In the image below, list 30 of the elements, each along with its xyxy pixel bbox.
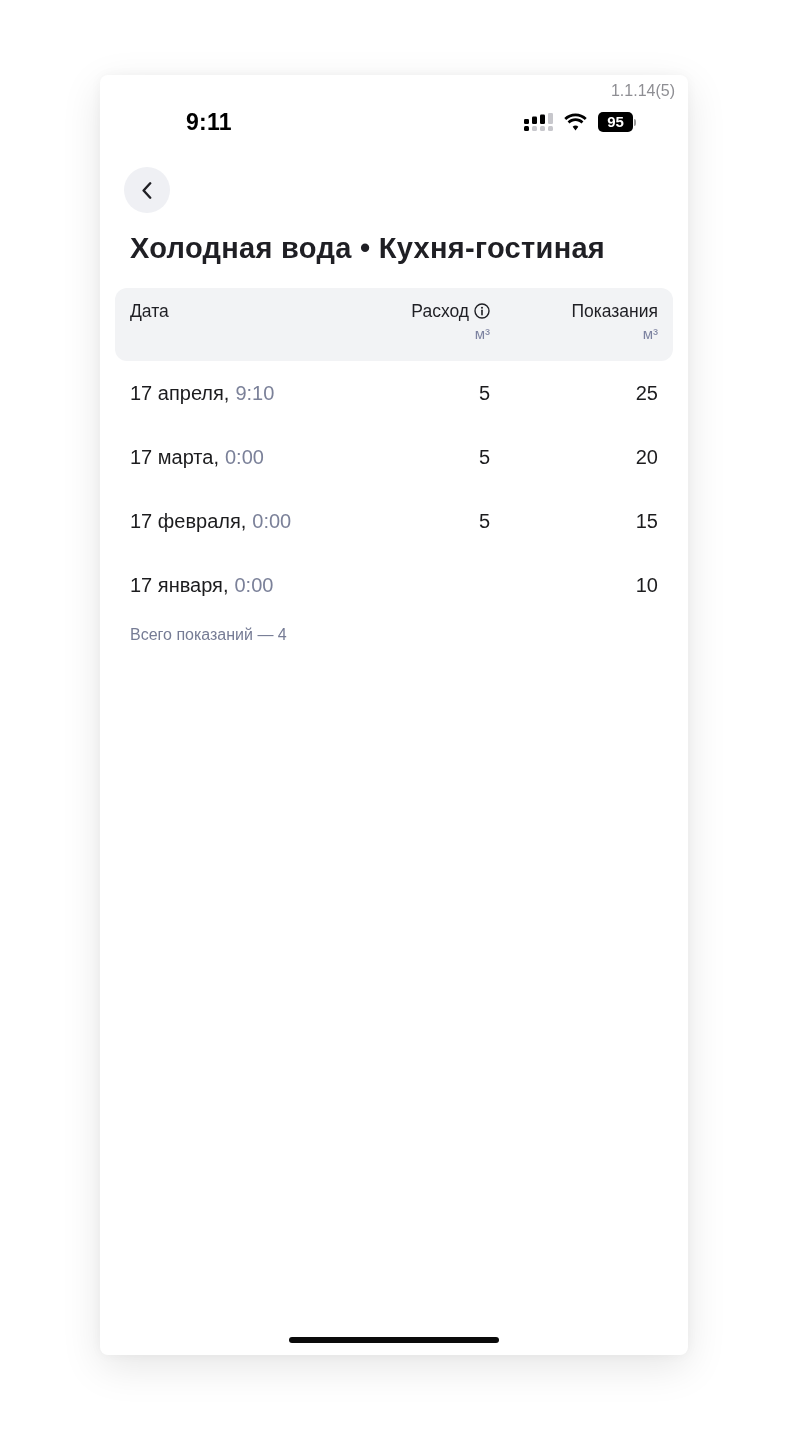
status-time: 9:11 bbox=[186, 108, 232, 136]
column-unit: м³ bbox=[474, 325, 490, 343]
row-time: 9:10 bbox=[235, 381, 275, 405]
chevron-left-icon bbox=[142, 181, 152, 199]
row-date: 17 февраля, bbox=[130, 509, 247, 533]
info-icon[interactable] bbox=[474, 303, 490, 319]
consumption-value: 5 bbox=[478, 381, 490, 404]
signal-icon bbox=[524, 113, 553, 131]
column-unit: м³ bbox=[642, 325, 658, 343]
total-readings-text: Всего показаний — 4 bbox=[130, 625, 287, 645]
column-header: Дата bbox=[130, 300, 169, 322]
consumption-value: 5 bbox=[478, 445, 490, 468]
column-header: Расход bbox=[411, 300, 469, 322]
column-header: Показания bbox=[571, 300, 658, 322]
reading-value: 15 bbox=[635, 509, 658, 532]
battery-indicator: 95 bbox=[598, 112, 636, 132]
app-version: 1.1.14(5) bbox=[610, 81, 675, 101]
back-button[interactable] bbox=[124, 167, 170, 213]
page-title: Холодная вода • Кухня-гостиная bbox=[130, 231, 606, 266]
row-date: 17 января, bbox=[130, 573, 229, 597]
row-date: 17 марта, bbox=[130, 445, 219, 469]
reading-value: 25 bbox=[635, 381, 658, 404]
reading-value: 10 bbox=[635, 573, 658, 596]
row-time: 0:00 bbox=[234, 573, 274, 597]
consumption-value: 5 bbox=[478, 509, 490, 532]
row-time: 0:00 bbox=[225, 445, 264, 469]
reading-value: 20 bbox=[635, 445, 658, 468]
row-time: 0:00 bbox=[252, 509, 292, 533]
row-date: 17 апреля, bbox=[130, 381, 230, 405]
wifi-icon bbox=[563, 113, 588, 131]
